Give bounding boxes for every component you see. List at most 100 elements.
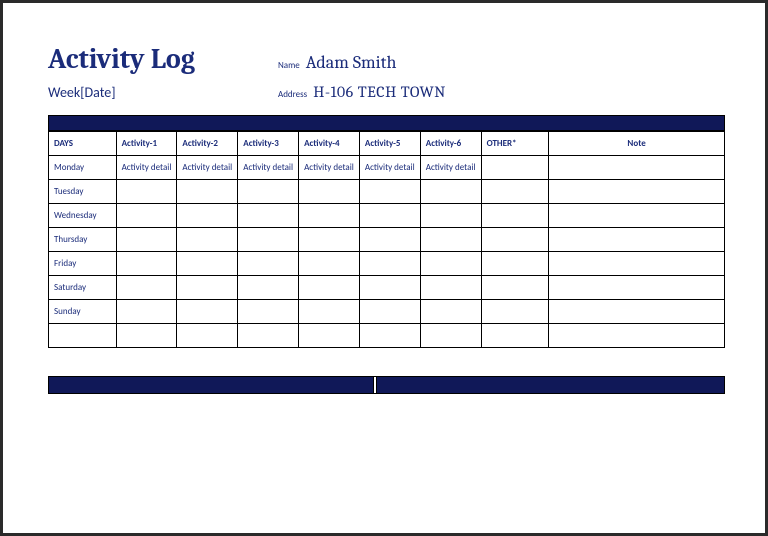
cell-detail[interactable]: Activity detail [420, 156, 481, 180]
day-sunday: Sunday [49, 300, 117, 324]
cell-empty[interactable] [177, 252, 238, 276]
cell-empty[interactable] [116, 180, 177, 204]
cell-empty[interactable] [549, 156, 725, 180]
cell-empty[interactable] [238, 228, 299, 252]
cell-empty[interactable] [549, 180, 725, 204]
table-row: Thursday [49, 228, 725, 252]
name-label: Name [278, 60, 300, 71]
cell-empty[interactable] [481, 300, 549, 324]
cell-detail[interactable]: Activity detail [299, 156, 360, 180]
footer-bar [48, 376, 725, 394]
cell-empty[interactable] [359, 300, 420, 324]
cell-empty[interactable] [177, 300, 238, 324]
cell-empty[interactable] [116, 204, 177, 228]
cell-empty[interactable] [299, 324, 360, 348]
cell-empty[interactable] [549, 252, 725, 276]
cell-detail[interactable]: Activity detail [177, 156, 238, 180]
cell-empty[interactable] [177, 228, 238, 252]
col-activity-2: Activity-2 [177, 132, 238, 156]
day-wednesday: Wednesday [49, 204, 117, 228]
header-bar [48, 115, 725, 131]
cell-empty[interactable] [420, 204, 481, 228]
cell-empty[interactable] [238, 300, 299, 324]
table-row: Sunday [49, 300, 725, 324]
sub-header-row: Week[Date] Address H-106 TECH TOWN [48, 83, 725, 101]
cell-empty[interactable] [177, 324, 238, 348]
cell-empty[interactable] [359, 324, 420, 348]
day-friday: Friday [49, 252, 117, 276]
cell-empty[interactable] [238, 324, 299, 348]
table-row: Tuesday [49, 180, 725, 204]
document-frame: Activity Log Name Adam Smith Week[Date] … [0, 0, 768, 536]
cell-detail[interactable]: Activity detail [359, 156, 420, 180]
cell-empty[interactable] [116, 276, 177, 300]
page-title: Activity Log [48, 43, 278, 75]
cell-empty[interactable] [359, 252, 420, 276]
address-label: Address [278, 89, 307, 100]
cell-empty[interactable] [177, 204, 238, 228]
cell-empty[interactable] [359, 276, 420, 300]
cell-empty[interactable] [238, 204, 299, 228]
cell-empty[interactable] [549, 228, 725, 252]
activity-table: DAYS Activity-1 Activity-2 Activity-3 Ac… [48, 131, 725, 348]
cell-empty[interactable] [420, 276, 481, 300]
cell-empty[interactable] [481, 324, 549, 348]
cell-empty[interactable] [549, 204, 725, 228]
day-monday: Monday [49, 156, 117, 180]
day-tuesday: Tuesday [49, 180, 117, 204]
table-row: Monday Activity detail Activity detail A… [49, 156, 725, 180]
footer-segment [377, 377, 724, 393]
table-row-blank [49, 324, 725, 348]
cell-empty[interactable] [481, 252, 549, 276]
cell-empty[interactable] [420, 228, 481, 252]
cell-empty[interactable] [481, 204, 549, 228]
cell-empty[interactable] [299, 204, 360, 228]
cell-empty[interactable] [481, 156, 549, 180]
cell-detail[interactable]: Activity detail [116, 156, 177, 180]
cell-empty[interactable] [299, 180, 360, 204]
week-label: Week[Date] [48, 84, 278, 101]
table-row: Saturday [49, 276, 725, 300]
address-value: H-106 TECH TOWN [313, 83, 446, 101]
col-other: OTHER* [481, 132, 549, 156]
cell-detail[interactable]: Activity detail [238, 156, 299, 180]
cell-empty[interactable] [549, 300, 725, 324]
cell-empty[interactable] [420, 300, 481, 324]
cell-empty[interactable] [359, 180, 420, 204]
cell-empty[interactable] [177, 180, 238, 204]
cell-empty[interactable] [299, 300, 360, 324]
cell-empty[interactable] [116, 228, 177, 252]
cell-empty[interactable] [359, 204, 420, 228]
cell-empty[interactable] [481, 180, 549, 204]
cell-empty[interactable] [420, 180, 481, 204]
cell-empty[interactable] [299, 276, 360, 300]
cell-empty[interactable] [299, 252, 360, 276]
col-activity-3: Activity-3 [238, 132, 299, 156]
table-header-row: DAYS Activity-1 Activity-2 Activity-3 Ac… [49, 132, 725, 156]
cell-empty[interactable] [238, 252, 299, 276]
cell-empty[interactable] [238, 180, 299, 204]
table-row: Friday [49, 252, 725, 276]
cell-empty[interactable] [177, 276, 238, 300]
col-activity-5: Activity-5 [359, 132, 420, 156]
col-activity-6: Activity-6 [420, 132, 481, 156]
cell-empty[interactable] [49, 324, 117, 348]
cell-empty[interactable] [481, 276, 549, 300]
col-days: DAYS [49, 132, 117, 156]
cell-empty[interactable] [420, 252, 481, 276]
day-thursday: Thursday [49, 228, 117, 252]
cell-empty[interactable] [359, 228, 420, 252]
cell-empty[interactable] [549, 276, 725, 300]
cell-empty[interactable] [238, 276, 299, 300]
cell-empty[interactable] [116, 300, 177, 324]
cell-empty[interactable] [299, 228, 360, 252]
cell-empty[interactable] [116, 252, 177, 276]
cell-empty[interactable] [420, 324, 481, 348]
cell-empty[interactable] [481, 228, 549, 252]
cell-empty[interactable] [549, 324, 725, 348]
col-note: Note [549, 132, 725, 156]
cell-empty[interactable] [116, 324, 177, 348]
col-activity-1: Activity-1 [116, 132, 177, 156]
day-saturday: Saturday [49, 276, 117, 300]
table-row: Wednesday [49, 204, 725, 228]
